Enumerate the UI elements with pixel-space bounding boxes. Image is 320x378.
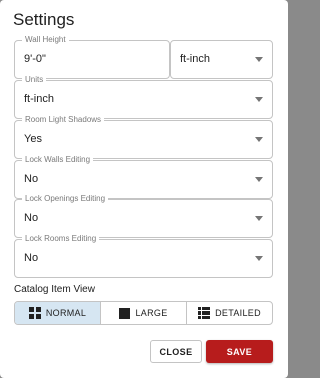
settings-dialog: Settings Wall Height 9'-0" ft-inch Units… — [0, 0, 288, 378]
wall-height-input[interactable]: 9'-0" — [24, 53, 46, 65]
square-icon — [119, 307, 131, 319]
chevron-down-icon — [255, 97, 263, 102]
lock-openings-value: No — [24, 212, 39, 224]
wall-height-unit-value: ft-inch — [180, 53, 210, 65]
lock-openings-label: Lock Openings Editing — [22, 194, 109, 204]
grid-icon — [28, 307, 41, 319]
save-button[interactable]: SAVE — [206, 340, 273, 363]
room-light-shadows-label: Room Light Shadows — [22, 115, 105, 125]
chevron-down-icon — [255, 137, 263, 142]
lock-walls-value: No — [24, 173, 39, 185]
catalog-view-toggle-group: NORMAL LARGE DETAILED — [14, 301, 273, 325]
chevron-down-icon — [255, 216, 263, 221]
toggle-detailed-label: DETAILED — [215, 308, 261, 318]
room-light-shadows-select[interactable]: Room Light Shadows Yes — [14, 115, 273, 159]
toggle-normal-label: NORMAL — [45, 308, 87, 318]
units-select[interactable]: Units ft-inch — [14, 75, 273, 119]
dialog-title: Settings — [13, 10, 75, 29]
toggle-large-label: LARGE — [135, 308, 168, 318]
wall-height-label: Wall Height — [22, 35, 69, 45]
catalog-view-label: Catalog Item View — [14, 284, 95, 295]
room-light-shadows-value: Yes — [24, 133, 42, 145]
units-value: ft-inch — [24, 93, 54, 105]
list-icon — [198, 307, 211, 319]
wall-height-unit-select[interactable]: ft-inch — [170, 40, 273, 79]
toggle-detailed[interactable]: DETAILED — [187, 302, 272, 324]
lock-openings-select[interactable]: Lock Openings Editing No — [14, 194, 273, 238]
wall-height-field[interactable]: Wall Height 9'-0" — [14, 35, 170, 79]
units-label: Units — [22, 75, 47, 85]
lock-walls-label: Lock Walls Editing — [22, 155, 94, 165]
chevron-down-icon — [255, 57, 263, 62]
chevron-down-icon — [255, 256, 263, 261]
chevron-down-icon — [255, 177, 263, 182]
toggle-normal[interactable]: NORMAL — [15, 302, 101, 324]
close-button[interactable]: CLOSE — [150, 340, 202, 363]
lock-rooms-label: Lock Rooms Editing — [22, 234, 100, 244]
toggle-large[interactable]: LARGE — [101, 302, 187, 324]
lock-rooms-value: No — [24, 252, 39, 264]
lock-rooms-select[interactable]: Lock Rooms Editing No — [14, 234, 273, 278]
